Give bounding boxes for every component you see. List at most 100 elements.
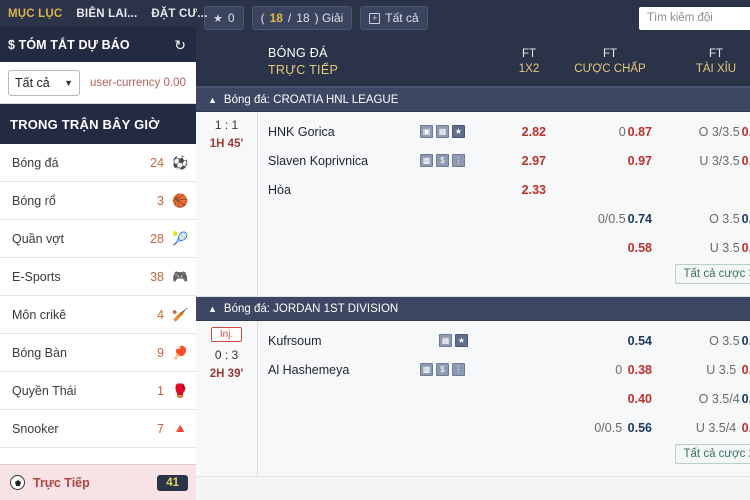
star-icon[interactable]: ★ (452, 125, 465, 138)
sidebar-item-live[interactable]: Trực Tiếp 41 (0, 464, 196, 500)
extra-odds-handicap-1[interactable]: 0/0.5 0.74 (560, 212, 660, 226)
over-under-value: 0.46 (741, 333, 750, 348)
odds-over-home[interactable]: O 3.50.46 (660, 334, 750, 348)
cashout-icon[interactable]: $ (436, 363, 449, 376)
odds-1x2-draw[interactable]: 2.33 (498, 183, 560, 197)
matches-scroll-area[interactable]: ▲ Bóng đá: CROATIA HNL LEAGUE 1 : 1 1H 4… (196, 88, 750, 500)
sport-label: Snooker (12, 421, 59, 436)
sidebar-item-bong-ro[interactable]: Bóng rổ 3 🏀 (0, 182, 196, 220)
favourites-button[interactable]: ★ 0 (204, 6, 244, 30)
league-header-croatia[interactable]: ▲ Bóng đá: CROATIA HNL LEAGUE (196, 88, 750, 112)
odds-handicap-away[interactable]: 0.97 (560, 154, 660, 168)
extra-odds-over-1[interactable]: O 3.50.85 (660, 212, 750, 226)
column-header-handicap: FT CƯỢC CHẤP (560, 36, 660, 86)
in-play-section-title: TRONG TRẬN BÂY GIỜ (10, 116, 160, 132)
sport-count: 28 (150, 231, 164, 246)
live-odds-icon[interactable]: ⋮ (452, 363, 465, 376)
leagues-suffix: ) Giải (314, 11, 344, 25)
refresh-icon[interactable]: ↻ (174, 38, 186, 52)
plus-box-icon: + (369, 12, 381, 24)
team-name-away[interactable]: Al Hashemeya (258, 363, 420, 377)
over-under-line: O 3.5 (709, 333, 740, 348)
odds-handicap-away[interactable]: 0 0.38 (560, 363, 660, 377)
tv-icon[interactable]: ▣ (420, 125, 433, 138)
menu-item-bien-lai[interactable]: BIÊN LAI... (76, 8, 137, 20)
match-body: HNK Gorica ▣ ▦ ★ 2.82 0 0.87 O 3/3.5 0 S… (258, 112, 750, 296)
sidebar-item-quan-vot[interactable]: Quần vợt 28 🎾 (0, 220, 196, 258)
sport-label: E-Sports (12, 269, 61, 284)
match-badges-row2: ▩ $ ⋮ (420, 363, 498, 376)
stats-icon[interactable]: ▦ (439, 334, 452, 347)
sidebar-item-crike[interactable]: Môn crikê 4 🏏 (0, 296, 196, 334)
cricket-bat-icon: 🏏 (172, 307, 189, 322)
leagues-counter-button[interactable]: ( 18 / 18 ) Giải (251, 6, 353, 30)
extra-odds-over-1[interactable]: O 3.5/40.25 (660, 392, 750, 406)
handicap-value: 0.38 (627, 362, 652, 377)
chevron-up-icon[interactable]: ▲ (208, 304, 217, 314)
sport-count: 1 (157, 383, 164, 398)
all-bets-row: Tất cả cược 3 (258, 262, 750, 292)
extra-odds-under-2[interactable]: U 3.50.67 (660, 241, 750, 255)
team-name-home[interactable]: Kufrsoum (258, 334, 420, 348)
sidebar-item-bong-ban[interactable]: Bóng Bàn 9 🏓 (0, 334, 196, 372)
odds-1x2-home[interactable]: 2.82 (498, 125, 560, 139)
menu-item-muc-luc[interactable]: MỤC LỤC (8, 8, 62, 20)
chart-icon[interactable]: ▩ (420, 154, 433, 167)
match-badges-row1: ▣ ▦ ★ (420, 125, 498, 138)
all-leagues-button[interactable]: + Tất cả (360, 6, 428, 30)
live-odds-icon[interactable]: ⋮ (452, 154, 465, 167)
column-header-over-under: FT TÀI XỈU (660, 36, 750, 86)
odds-handicap-home[interactable]: 0.54 (560, 334, 660, 348)
over-under-value: 0.25 (741, 391, 750, 406)
handicap-line: 0 (618, 124, 626, 139)
sport-count: 9 (157, 345, 164, 360)
main-toolbar: ★ 0 ( 18 / 18 ) Giải + Tất cả (196, 0, 750, 36)
stats-icon[interactable]: ▦ (436, 125, 449, 138)
match-status-column: 1 : 1 1H 45' (196, 112, 258, 296)
sidebar-item-quyen-thai[interactable]: Quyền Thái 1 🥊 (0, 372, 196, 410)
gamepad-icon: 🎮 (172, 269, 189, 284)
snooker-rack-icon: 🔺 (172, 421, 189, 436)
sidebar-item-esports[interactable]: E-Sports 38 🎮 (0, 258, 196, 296)
star-icon[interactable]: ★ (455, 334, 468, 347)
star-icon: ★ (213, 12, 223, 25)
cashout-icon[interactable]: $ (436, 154, 449, 167)
column-header-status-spacer (196, 36, 258, 86)
odds-over-home[interactable]: O 3/3.50.84 (660, 125, 750, 139)
sidebar-filter-select[interactable]: Tất cả ▼ (8, 69, 80, 96)
leagues-separator: / (287, 11, 292, 25)
extra-odds-handicap-2[interactable]: 0/0.5 0.56 (560, 421, 660, 435)
sidebar-item-bong-da[interactable]: Bóng đá 24 ⚽ (0, 144, 196, 182)
sidebar-item-snooker[interactable]: Snooker 7 🔺 (0, 410, 196, 448)
match-extra-line-1: 0/0.50.74 O 3.50.85 (258, 204, 750, 233)
match-extra-line-1: 0.40 O 3.5/40.25 (258, 384, 750, 413)
chevron-up-icon[interactable]: ▲ (208, 95, 217, 105)
odds-handicap-home[interactable]: 0 0.87 (560, 125, 660, 139)
all-bets-button[interactable]: Tất cả cược 2 (674, 444, 750, 464)
chart-icon[interactable]: ▩ (420, 363, 433, 376)
over-under-value: 0.30 (741, 362, 750, 377)
live-count-badge: 41 (157, 474, 188, 491)
odds-under-away[interactable]: U 3/3.50.98 (660, 154, 750, 168)
user-currency-balance: user-currency 0.00 (90, 76, 186, 89)
extra-odds-handicap-1[interactable]: 0.40 (560, 392, 660, 406)
sport-count: 4 (157, 307, 164, 322)
leagues-total: 18 (296, 11, 310, 25)
all-bets-button[interactable]: Tất cả cược 3 (674, 264, 750, 284)
team-name-home[interactable]: HNK Gorica (258, 125, 420, 139)
extra-odds-under-2[interactable]: U 3.5/4 0.09 (660, 421, 750, 435)
over-under-value: 0.98 (741, 153, 750, 168)
match-clock: 2H 39' (209, 368, 244, 380)
team-name-away[interactable]: Slaven Koprivnica (258, 154, 420, 168)
favourites-count: 0 (227, 11, 235, 25)
odds-1x2-away[interactable]: 2.97 (498, 154, 560, 168)
menu-item-dat-cuoc[interactable]: ĐẶT CƯ... (151, 8, 207, 20)
search-input[interactable] (639, 6, 750, 30)
column-header-sport-name: BÓNG ĐÁ (268, 45, 328, 60)
odds-under-away[interactable]: U 3.5 0.30 (660, 363, 750, 377)
sport-label: Bóng đá (12, 155, 59, 170)
team-name-draw: Hòa (268, 182, 291, 197)
sport-label: Bóng rổ (12, 193, 56, 208)
extra-odds-handicap-2[interactable]: 0.58 (560, 241, 660, 255)
league-header-jordan[interactable]: ▲ Bóng đá: JORDAN 1ST DIVISION (196, 297, 750, 321)
